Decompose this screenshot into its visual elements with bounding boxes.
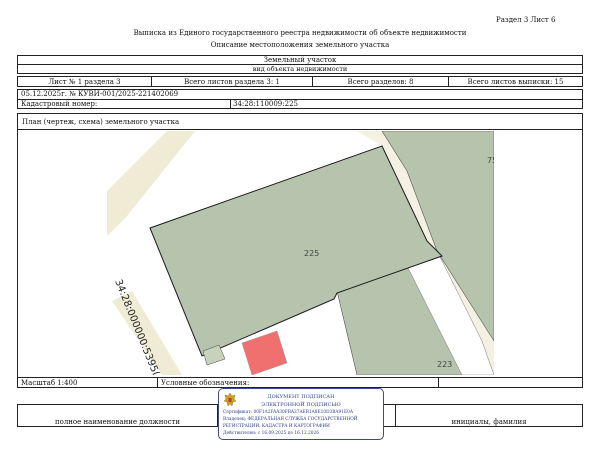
- parcel-223-label: 223: [437, 360, 452, 369]
- extract-sheets-total: Всего листов выписки: 15: [467, 78, 564, 86]
- record-date-number: 05.12.2025г. № КУВИ-001/2025-221402069: [21, 90, 179, 98]
- record-box: 05.12.2025г. № КУВИ-001/2025-221402069 К…: [17, 89, 583, 109]
- parcel-75-label: 75: [487, 156, 494, 165]
- cadastral-number: 34:28:110009:225: [233, 100, 298, 108]
- sheet-info-row: Лист № 1 раздела 3 Всего листов раздела …: [17, 76, 583, 87]
- divider: [18, 99, 582, 100]
- object-type-caption: вид объекта недвижимости: [252, 65, 348, 73]
- sheet-of-section: Лист № 1 раздела 3: [48, 78, 121, 86]
- plan-label: План (чертеж, схема) земельного участка: [22, 118, 180, 126]
- divider: [438, 378, 439, 387]
- name-caption: инициалы, фамилия: [451, 418, 527, 426]
- document-subtitle: Описание местоположения земельного участ…: [210, 41, 390, 49]
- map-canvas: 225 223 75 34:28:000000:5395(6): [107, 131, 494, 375]
- object-type: Земельный участок: [263, 56, 337, 64]
- divider: [18, 129, 582, 130]
- object-type-box: Земельный участок вид объекта недвижимос…: [17, 55, 583, 74]
- stamp-line-1: ДОКУМЕНТ ПОДПИСАН: [267, 394, 335, 400]
- section-sheets-total: Всего листов раздела 3: 1: [184, 78, 280, 86]
- stamp-line-5: РЕГИСТРАЦИИ, КАДАСТРА И КАРТОГРАФИИ: [223, 424, 330, 429]
- section-sheet-label: Раздел 3 Лист 6: [496, 16, 556, 24]
- stamp-line-3: Сертификат: 00F1A2FAA30FBA37AEB1A8E10D3B…: [223, 410, 353, 415]
- scale-label: Масштаб 1:400: [21, 379, 78, 387]
- cadastral-label: Кадастровый номер:: [21, 100, 98, 108]
- divider: [230, 99, 231, 108]
- cadastral-map: 225 223 75 34:28:000000:5395(6): [107, 131, 494, 375]
- legend-label: Условные обозначения:: [161, 379, 250, 387]
- position-caption: полное наименование должности: [54, 418, 181, 426]
- stamp-line-4: Владелец: ФЕДЕРАЛЬНАЯ СЛУЖБА ГОСУДАРСТВЕ…: [223, 417, 358, 422]
- e-signature-stamp: ДОКУМЕНТ ПОДПИСАН ЭЛЕКТРОННОЙ ПОДПИСЬЮ С…: [218, 388, 384, 440]
- parcel-225-label: 225: [304, 249, 319, 258]
- scale-legend-row: Масштаб 1:400 Условные обозначения:: [17, 377, 583, 388]
- stamp-line-2: ЭЛЕКТРОННОЙ ПОДПИСЬЮ: [261, 402, 341, 408]
- document-title: Выписка из Единого государственного реес…: [133, 29, 467, 37]
- stamp-line-6: Действителен: с 16.09.2025 по 16.12.2026: [223, 431, 319, 436]
- sections-total: Всего разделов: 8: [347, 78, 414, 86]
- divider: [157, 378, 158, 387]
